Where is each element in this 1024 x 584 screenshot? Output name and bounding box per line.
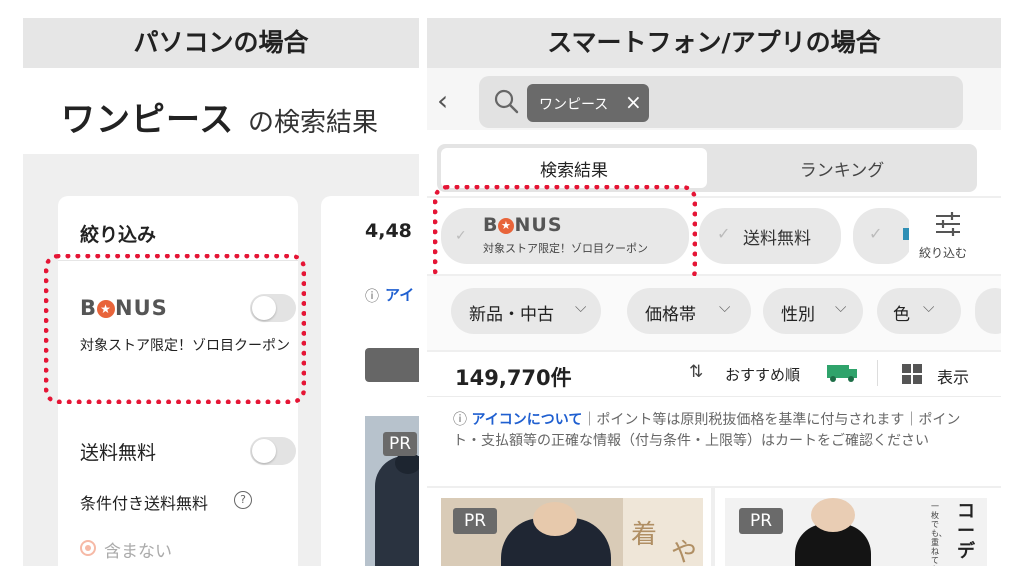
delivery-truck-icon bbox=[827, 365, 857, 382]
display-label[interactable]: 表示 bbox=[937, 364, 969, 388]
pr-badge: PR bbox=[453, 508, 497, 534]
bonus-highlight bbox=[44, 254, 306, 404]
conditional-free-shipping-label: 条件付き送料無料 bbox=[80, 494, 209, 513]
result-count: 4,48 bbox=[365, 220, 412, 242]
filter-gender-label: 性別 bbox=[781, 305, 815, 325]
product-1-text-a: 着 bbox=[631, 520, 658, 550]
grid-view-icon[interactable] bbox=[901, 363, 923, 385]
back-icon[interactable]: ‹ bbox=[437, 84, 448, 117]
check-icon: ✓ bbox=[869, 224, 883, 243]
product-2-text: コーデ bbox=[957, 501, 975, 562]
filter-price[interactable]: 価格帯 ⌵ bbox=[627, 288, 751, 334]
pr-badge: PR bbox=[383, 432, 417, 456]
divider bbox=[711, 488, 715, 566]
chevron-down-icon: ⌵ bbox=[923, 298, 935, 316]
check-icon: ✓ bbox=[717, 224, 731, 243]
sp-panel-heading: スマートフォン/アプリの場合 bbox=[427, 18, 1001, 68]
filter-condition-label: 新品・中古 bbox=[469, 305, 554, 325]
filter-color-label: 色 bbox=[893, 305, 910, 325]
free-shipping-label: 送料無料 bbox=[743, 229, 811, 249]
filter-settings-icon[interactable] bbox=[933, 210, 963, 238]
product-2-subtext: 一枚でも、重ねても。 bbox=[931, 502, 947, 566]
free-shipping-label: 送料無料 bbox=[80, 442, 157, 464]
filter-condition[interactable]: 新品・中古 ⌵ bbox=[451, 288, 601, 334]
action-button[interactable] bbox=[365, 348, 419, 382]
notice-text: ⓘ アイコンについて｜ポイント等は原則税抜価格を基準に付与されます｜ポイント・支… bbox=[453, 410, 983, 452]
tab-search-results-label: 検索結果 bbox=[540, 161, 608, 181]
page-title-suffix: の検索結果 bbox=[248, 108, 379, 138]
partial-icon bbox=[903, 228, 909, 240]
radio-button[interactable] bbox=[80, 540, 96, 556]
free-shipping-toggle[interactable] bbox=[250, 437, 296, 465]
radio-label: 含まない bbox=[104, 542, 172, 562]
chevron-down-icon: ⌵ bbox=[835, 298, 847, 316]
pc-panel-heading: パソコンの場合 bbox=[23, 18, 419, 68]
pr-badge: PR bbox=[739, 508, 783, 534]
filter-title: 絞り込み bbox=[80, 224, 157, 246]
icon-info-link[interactable]: アイ bbox=[385, 284, 414, 305]
info-icon: ⓘ bbox=[365, 289, 379, 305]
result-count: 149,770件 bbox=[455, 366, 572, 390]
search-icon bbox=[494, 89, 519, 114]
icon-info-link[interactable]: アイコンについて bbox=[471, 412, 582, 428]
page-title: ワンピース bbox=[61, 100, 235, 140]
sort-icon[interactable]: ⇅ bbox=[689, 362, 703, 382]
help-icon[interactable]: ? bbox=[234, 491, 252, 509]
pc-panel: パソコンの場合 ワンピース の検索結果 絞り込み B ★ NUS 対象ストア限定！ゾ… bbox=[23, 18, 419, 566]
product-1-text-b: や bbox=[671, 538, 698, 566]
sort-label[interactable]: おすすめ順 bbox=[725, 364, 800, 385]
filter-price-label: 価格帯 bbox=[645, 305, 696, 325]
divider bbox=[427, 396, 1001, 397]
search-chip-label: ワンピース bbox=[539, 97, 609, 113]
close-icon[interactable]: × bbox=[625, 90, 642, 114]
search-chip[interactable]: ワンピース × bbox=[527, 84, 649, 122]
tab-ranking[interactable]: ランキング bbox=[711, 156, 973, 181]
info-icon: ⓘ bbox=[453, 412, 472, 428]
divider bbox=[877, 360, 878, 386]
bonus-highlight bbox=[433, 185, 697, 285]
filter-gender[interactable]: 性別 ⌵ bbox=[763, 288, 863, 334]
filter-color[interactable]: 色 ⌵ bbox=[877, 288, 961, 334]
sp-panel: スマートフォン/アプリの場合 ‹ ワンピース × 検索結果 ランキング ✓ B ★… bbox=[427, 18, 1001, 566]
chevron-down-icon: ⌵ bbox=[719, 298, 731, 316]
chevron-down-icon: ⌵ bbox=[575, 298, 587, 316]
filter-more[interactable] bbox=[975, 288, 1001, 334]
filter-button-label[interactable]: 絞り込む bbox=[919, 244, 967, 261]
